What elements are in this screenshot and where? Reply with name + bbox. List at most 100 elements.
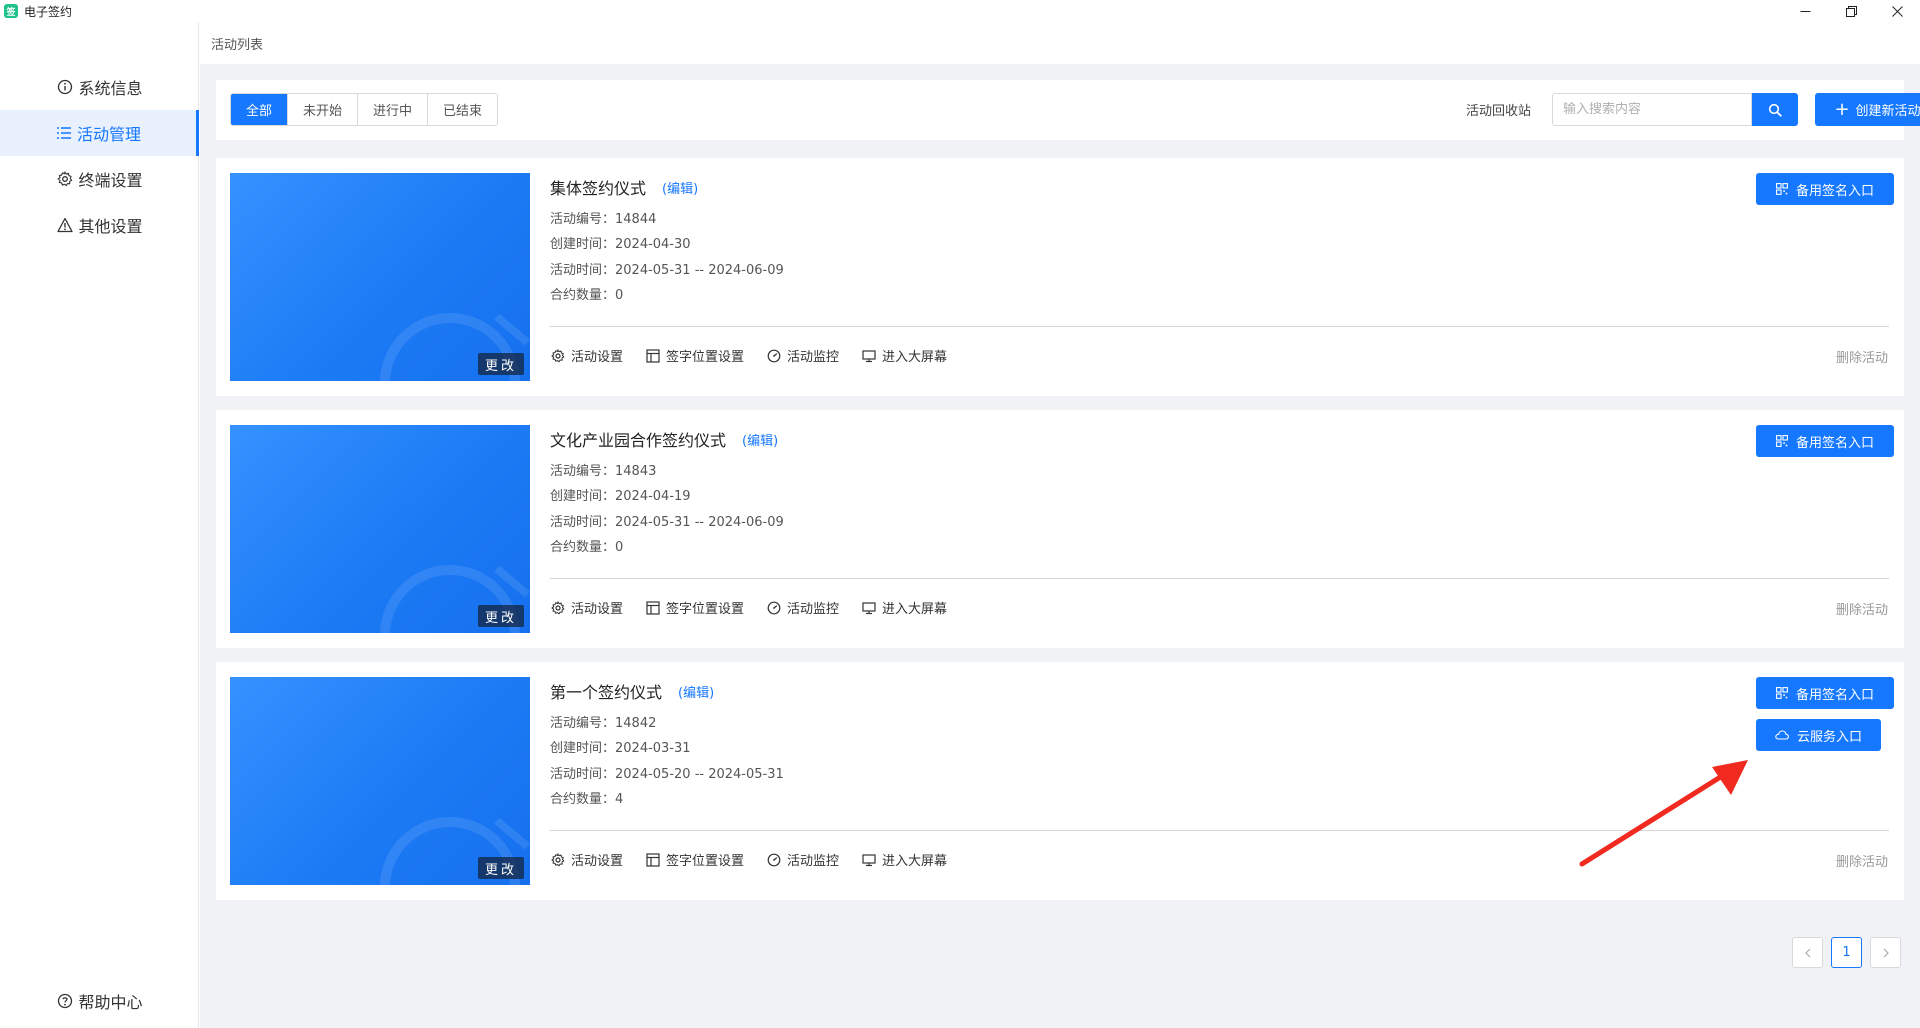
- sidebar-item-other-settings[interactable]: 其他设置: [0, 202, 199, 248]
- activity-id-value: 14844: [615, 212, 657, 227]
- activity-id-label: 活动编号：: [550, 212, 616, 227]
- breadcrumb-label: 活动列表: [211, 37, 264, 53]
- activity-period-value: 2024-05-31 -- 2024-06-09: [615, 263, 784, 278]
- app-logo-text: 签: [6, 7, 16, 18]
- chevron-left-icon: [1804, 948, 1810, 957]
- sidebar-item-help-center[interactable]: 帮助中心: [0, 978, 199, 1024]
- activity-created: 创建时间：2024-04-30: [550, 233, 691, 252]
- tab-in-progress[interactable]: 进行中: [358, 94, 429, 125]
- delete-activity-link[interactable]: 删除活动: [1836, 347, 1888, 366]
- next-page-button[interactable]: [1870, 937, 1901, 968]
- monitor-icon: [861, 852, 876, 867]
- big-screen-button[interactable]: 进入大屏幕: [861, 850, 947, 869]
- tab-not-started[interactable]: 未开始: [288, 94, 359, 125]
- search-button[interactable]: [1752, 93, 1798, 126]
- delete-activity-link[interactable]: 删除活动: [1836, 851, 1888, 870]
- activity-cover-image: 更改: [230, 173, 530, 381]
- activity-cover-image: 更改: [230, 677, 530, 885]
- gear-icon: [550, 852, 565, 867]
- edit-link[interactable]: (编辑): [742, 430, 778, 449]
- big-screen-label: 进入大屏幕: [882, 854, 948, 869]
- sign-position-label: 签字位置设置: [666, 350, 745, 365]
- recycle-bin-link[interactable]: 活动回收站: [1466, 100, 1531, 119]
- backup-signature-entry-label: 备用签名入口: [1795, 687, 1874, 703]
- big-screen-label: 进入大屏幕: [882, 350, 948, 365]
- activity-period: 活动时间：2024-05-31 -- 2024-06-09: [550, 259, 784, 278]
- qrcode-icon: [1776, 687, 1788, 699]
- create-activity-label: 创建新活动: [1855, 104, 1920, 119]
- backup-signature-entry-label: 备用签名入口: [1795, 435, 1874, 451]
- title-bar: 签 电子签约: [0, 0, 1920, 22]
- big-screen-button[interactable]: 进入大屏幕: [861, 346, 947, 365]
- app-title: 电子签约: [24, 4, 73, 19]
- help-icon: [56, 992, 74, 1010]
- activity-settings-button[interactable]: 活动设置: [550, 850, 623, 869]
- activity-id-label: 活动编号：: [550, 716, 616, 731]
- layout-icon: [645, 852, 660, 867]
- backup-signature-entry-button[interactable]: 备用签名入口: [1756, 677, 1894, 709]
- sidebar-item-system-info[interactable]: 系统信息: [0, 64, 199, 110]
- gear-icon: [550, 348, 565, 363]
- sidebar-item-label: 活动管理: [76, 125, 141, 144]
- backup-signature-entry-label: 备用签名入口: [1795, 183, 1874, 199]
- sign-position-label: 签字位置设置: [666, 854, 745, 869]
- edit-link[interactable]: (编辑): [662, 178, 698, 197]
- create-activity-button[interactable]: + 创建新活动: [1815, 93, 1920, 126]
- prev-page-button[interactable]: [1792, 937, 1823, 968]
- activity-settings-label: 活动设置: [571, 350, 624, 365]
- layout-icon: [645, 348, 660, 363]
- sidebar-item-terminal-settings[interactable]: 终端设置: [0, 156, 199, 202]
- backup-signature-entry-button[interactable]: 备用签名入口: [1756, 425, 1894, 457]
- monitor-icon: [861, 600, 876, 615]
- activity-monitor-button[interactable]: 活动监控: [766, 850, 839, 869]
- cloud-service-entry-button[interactable]: 云服务入口: [1756, 719, 1881, 751]
- activity-id: 活动编号：14843: [550, 460, 656, 479]
- minimize-icon[interactable]: [1782, 0, 1828, 22]
- main-content: 活动列表 全部 未开始 进行中 已结束 活动回收站 + 创建新活动 更改: [200, 22, 1920, 1028]
- tab-all[interactable]: 全部: [231, 94, 289, 125]
- contract-count-value: 0: [615, 288, 624, 303]
- activity-period-label: 活动时间：: [550, 263, 616, 278]
- search-input[interactable]: [1563, 102, 1751, 117]
- close-icon[interactable]: [1874, 0, 1920, 22]
- change-cover-button[interactable]: 更改: [477, 353, 524, 375]
- sidebar: 系统信息 活动管理 终端设置 其他设置 帮助中心: [0, 22, 199, 1028]
- activity-monitor-button[interactable]: 活动监控: [766, 346, 839, 365]
- activity-created-value: 2024-03-31: [615, 741, 691, 756]
- plus-icon: +: [1834, 98, 1850, 120]
- warning-icon: [56, 216, 74, 234]
- contract-count-label: 合约数量：: [550, 792, 616, 807]
- activity-created-value: 2024-04-30: [615, 237, 691, 252]
- change-cover-button[interactable]: 更改: [477, 857, 524, 879]
- activity-title: 文化产业园合作签约仪式: [550, 431, 727, 450]
- tab-ended[interactable]: 已结束: [428, 94, 498, 125]
- activity-monitor-label: 活动监控: [787, 602, 840, 617]
- activity-period-value: 2024-05-20 -- 2024-05-31: [615, 767, 784, 782]
- change-cover-button[interactable]: 更改: [477, 605, 524, 627]
- activity-id-value: 14842: [615, 716, 657, 731]
- activity-monitor-button[interactable]: 活动监控: [766, 598, 839, 617]
- activity-card: 更改 第一个签约仪式 (编辑) 活动编号：14842 创建时间：2024-03-…: [216, 662, 1904, 900]
- activity-period-label: 活动时间：: [550, 515, 616, 530]
- activity-settings-label: 活动设置: [571, 602, 624, 617]
- activity-id: 活动编号：14842: [550, 712, 656, 731]
- sidebar-item-activity-management[interactable]: 活动管理: [0, 110, 199, 156]
- page-number-1[interactable]: 1: [1831, 937, 1862, 968]
- activity-settings-button[interactable]: 活动设置: [550, 346, 623, 365]
- edit-link[interactable]: (编辑): [678, 682, 714, 701]
- sign-position-settings-button[interactable]: 签字位置设置: [645, 598, 744, 617]
- chevron-right-icon: [1883, 948, 1889, 957]
- sidebar-item-label: 终端设置: [78, 171, 143, 190]
- layout-icon: [645, 600, 660, 615]
- contract-count-label: 合约数量：: [550, 288, 616, 303]
- activity-monitor-label: 活动监控: [787, 350, 840, 365]
- big-screen-button[interactable]: 进入大屏幕: [861, 598, 947, 617]
- sign-position-settings-button[interactable]: 签字位置设置: [645, 346, 744, 365]
- activity-period: 活动时间：2024-05-20 -- 2024-05-31: [550, 763, 784, 782]
- backup-signature-entry-button[interactable]: 备用签名入口: [1756, 173, 1894, 205]
- activity-settings-button[interactable]: 活动设置: [550, 598, 623, 617]
- delete-activity-link[interactable]: 删除活动: [1836, 599, 1888, 618]
- gear-icon: [56, 170, 74, 188]
- sign-position-settings-button[interactable]: 签字位置设置: [645, 850, 744, 869]
- restore-icon[interactable]: [1828, 0, 1874, 22]
